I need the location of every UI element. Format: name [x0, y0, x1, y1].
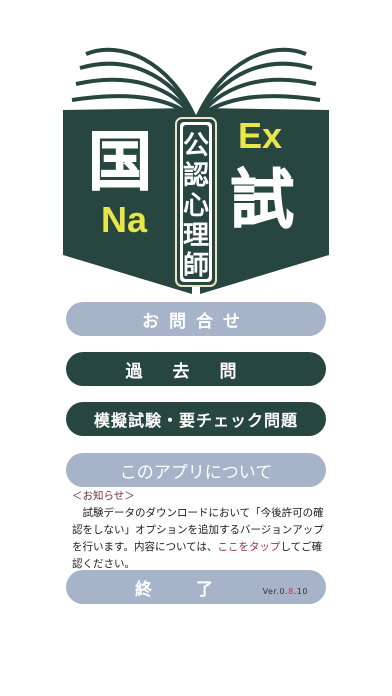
spine-char: 心 — [183, 191, 209, 221]
app-logo: 国 Na Ex 試 公 認 心 理 師 — [63, 47, 329, 294]
notice-body: 試験データのダウンロードにおいて「今後許可の確認をしない」オプションを追加するバ… — [72, 505, 332, 573]
logo-kanji-right: 試 — [230, 164, 294, 238]
past-exams-button[interactable]: 過去問 — [66, 352, 326, 386]
notice-title: ＜お知らせ＞ — [72, 490, 135, 502]
mock-exam-button[interactable]: 模擬試験・要チェック問題 — [66, 402, 326, 436]
version-label: Ver.0.8.10 — [263, 587, 308, 596]
exit-button[interactable]: 終了 Ver.0.8.10 — [66, 570, 326, 604]
spine-char: 認 — [183, 160, 209, 191]
logo-na: Na — [101, 199, 148, 240]
notice-tap-here-link[interactable]: ここをタップ — [217, 541, 280, 553]
version-suffix: .10 — [293, 587, 308, 596]
about-app-button-label: このアプリについて — [119, 462, 273, 483]
exit-button-label: 終了 — [135, 579, 257, 600]
past-exams-button-label: 過去問 — [125, 361, 267, 382]
spine-char: 公 — [183, 131, 209, 161]
logo-kanji-left: 国 — [88, 126, 152, 200]
spine-char: 理 — [183, 221, 209, 251]
spine-char: 師 — [183, 251, 209, 281]
mock-exam-button-label: 模擬試験・要チェック問題 — [93, 411, 298, 430]
inquiry-button-label: お問合せ — [142, 311, 250, 332]
notice-panel: ＜お知らせ＞ 試験データのダウンロードにおいて「今後許可の確認をしない」オプショ… — [72, 488, 332, 573]
about-app-button[interactable]: このアプリについて — [66, 453, 326, 487]
version-prefix: Ver.0. — [262, 587, 289, 596]
logo-ex: Ex — [238, 115, 282, 156]
inquiry-button[interactable]: お問合せ — [66, 302, 326, 336]
